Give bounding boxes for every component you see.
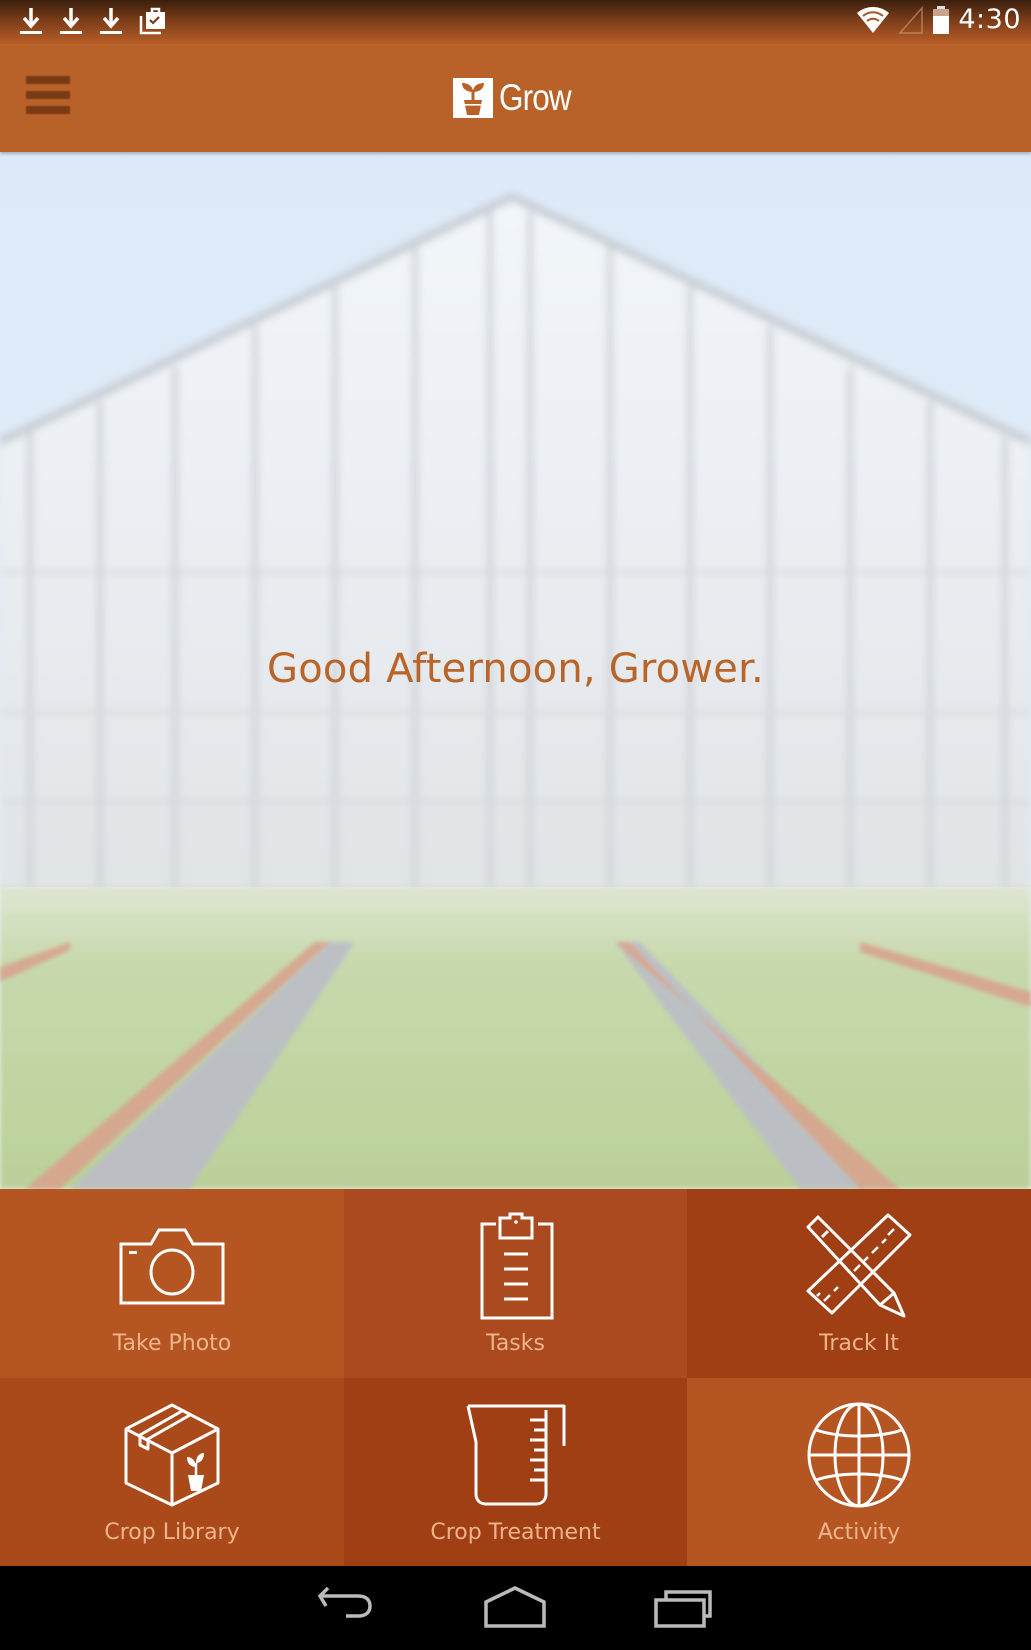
- tile-label: Crop Treatment: [430, 1520, 601, 1545]
- hamburger-menu-icon[interactable]: [26, 76, 70, 116]
- app-bar: Grow: [0, 44, 1031, 152]
- home-button[interactable]: [480, 1586, 550, 1630]
- tile-label: Take Photo: [112, 1331, 232, 1356]
- recent-apps-button[interactable]: [652, 1586, 722, 1630]
- back-icon: [317, 1586, 372, 1618]
- tile-label: Crop Library: [104, 1520, 240, 1545]
- recent-apps-icon: [654, 1590, 712, 1628]
- back-button[interactable]: [312, 1586, 382, 1630]
- shopping-bag-check-icon: [139, 7, 165, 35]
- globe-icon: [807, 1402, 911, 1508]
- greeting-text: Good Afternoon, Grower.: [267, 646, 764, 692]
- tile-label: Track It: [819, 1331, 899, 1356]
- cell-signal-empty-icon: [898, 5, 924, 34]
- plant-pot-icon: [453, 78, 493, 118]
- download-icon: [60, 8, 82, 34]
- crop-treatment-tile[interactable]: Crop Treatment: [344, 1378, 687, 1566]
- action-grid: Take Photo Tasks Track It Crop Library C…: [0, 1189, 1031, 1566]
- take-photo-tile[interactable]: Take Photo: [0, 1189, 344, 1378]
- notification-icons: [18, 6, 168, 36]
- measuring-beaker-icon: [466, 1404, 565, 1506]
- wifi-icon: [857, 6, 890, 33]
- app-logo: Grow: [453, 77, 583, 119]
- app-title: Grow: [499, 77, 572, 118]
- clock: 4:30: [958, 4, 1021, 35]
- download-icon: [100, 8, 122, 34]
- clipboard-icon: [480, 1212, 553, 1320]
- battery-icon: [933, 5, 950, 34]
- box-plant-icon: [124, 1403, 220, 1507]
- home-icon: [484, 1586, 546, 1628]
- tile-label: Activity: [817, 1520, 901, 1545]
- track-it-tile[interactable]: Track It: [687, 1189, 1031, 1378]
- download-icon: [20, 8, 42, 34]
- system-nav-bar: [0, 1566, 1031, 1650]
- tasks-tile[interactable]: Tasks: [344, 1189, 687, 1378]
- activity-tile[interactable]: Activity: [687, 1378, 1031, 1566]
- pencil-ruler-icon: [806, 1213, 912, 1318]
- camera-icon: [119, 1228, 225, 1305]
- crop-library-tile[interactable]: Crop Library: [0, 1378, 344, 1566]
- hero-background: Good Afternoon, Grower.: [0, 152, 1031, 1189]
- status-bar: 4:30: [0, 0, 1031, 44]
- tile-label: Tasks: [486, 1331, 545, 1356]
